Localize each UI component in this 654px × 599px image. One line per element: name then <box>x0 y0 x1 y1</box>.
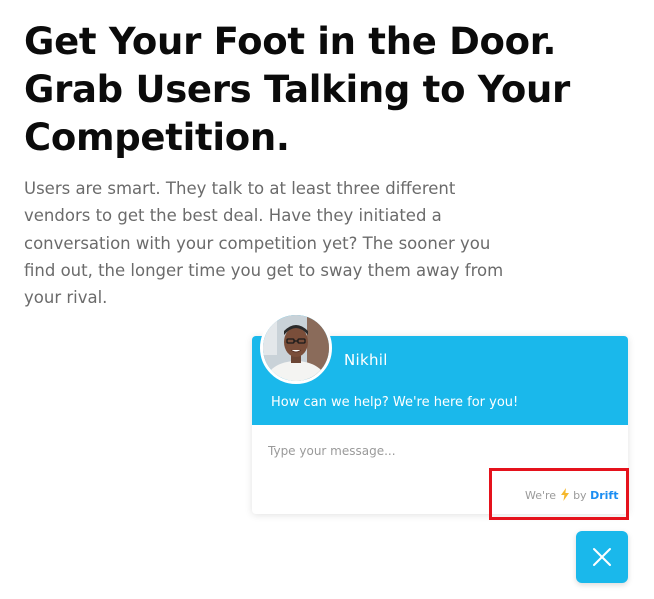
title-line-2: Grab Users Talking to Your <box>24 68 570 111</box>
message-input[interactable] <box>268 440 598 462</box>
description-line-3: conversation with your competition yet? … <box>24 233 491 253</box>
avatar <box>260 312 332 384</box>
page-description: Users are smart. They talk to at least t… <box>24 175 524 311</box>
close-icon <box>593 548 611 566</box>
description-line-4: find out, the longer time you get to swa… <box>24 260 504 280</box>
description-line-5: your rival. <box>24 288 108 308</box>
title-line-3: Competition. <box>24 116 290 159</box>
agent-photo <box>263 315 329 381</box>
description-line-2: vendors to get the best deal. Have they … <box>24 206 442 226</box>
title-line-1: Get Your Foot in the Door. <box>24 20 557 63</box>
welcome-message: How can we help? We're here for you! <box>271 395 519 410</box>
highlight-box <box>489 468 629 520</box>
page-title: Get Your Foot in the Door. Grab Users Ta… <box>24 18 584 162</box>
description-line-1: Users are smart. They talk to at least t… <box>24 179 456 198</box>
chat-header: Nikhil How can we help? We're here for y… <box>252 312 628 425</box>
close-chat-button[interactable] <box>576 531 628 583</box>
agent-name: Nikhil <box>344 351 388 369</box>
